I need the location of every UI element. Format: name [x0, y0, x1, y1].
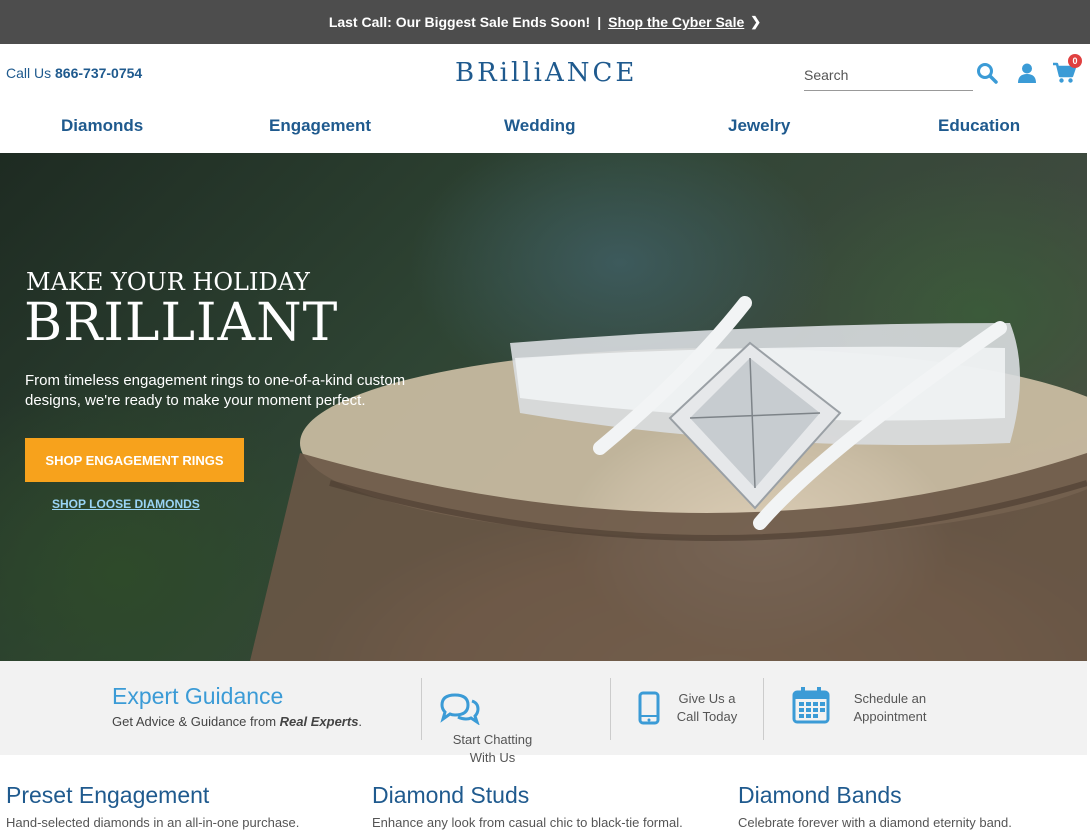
chat-line-1: Start Chatting: [452, 732, 533, 747]
promo-separator: |: [597, 14, 602, 30]
call-line-2: Call Today: [676, 709, 738, 724]
guidance-title: Expert Guidance: [112, 683, 284, 709]
chat-line-2: With Us: [469, 750, 516, 765]
appointment-line-1: Schedule an: [853, 691, 927, 706]
promo-text: Last Call: Our Biggest Sale Ends Soon!: [328, 14, 591, 30]
chevron-right-icon[interactable]: ❯: [750, 14, 761, 30]
hero-subtitle: MAKE YOUR HOLIDAY: [26, 268, 310, 296]
nav-jewelry[interactable]: Jewelry: [728, 116, 790, 136]
search-box: [804, 62, 973, 91]
appointment-line-2: Appointment: [853, 709, 927, 724]
hero-banner: MAKE YOUR HOLIDAY BRILLIANT From timeles…: [0, 153, 1087, 661]
promo-link[interactable]: Shop the Cyber Sale: [608, 14, 744, 30]
phone-icon[interactable]: [638, 691, 660, 730]
shop-engagement-rings-button[interactable]: SHOP ENGAGEMENT RINGS: [25, 438, 244, 482]
category-preset-engagement[interactable]: Preset Engagement Hand-selected diamonds…: [6, 782, 299, 830]
category-title[interactable]: Diamond Bands: [738, 782, 1012, 809]
divider: [763, 678, 764, 740]
category-description: Celebrate forever with a diamond eternit…: [738, 815, 1012, 830]
divider: [610, 678, 611, 740]
divider: [421, 678, 422, 740]
search-icon[interactable]: [976, 62, 1000, 86]
user-account-icon[interactable]: [1016, 62, 1040, 86]
nav-education[interactable]: Education: [938, 116, 1020, 136]
nav-wedding[interactable]: Wedding: [504, 116, 575, 136]
shop-loose-diamonds-link[interactable]: SHOP LOOSE DIAMONDS: [52, 497, 200, 511]
expert-guidance-strip: Expert Guidance Get Advice & Guidance fr…: [0, 661, 1087, 765]
calendar-icon[interactable]: [792, 686, 830, 729]
search-input[interactable]: [804, 62, 973, 88]
category-description: Enhance any look from casual chic to bla…: [372, 815, 683, 830]
promo-bar: Last Call: Our Biggest Sale Ends Soon! |…: [0, 0, 1090, 44]
hero-description: From timeless engagement rings to one-of…: [25, 372, 406, 409]
call-line-1: Give Us a: [678, 691, 736, 706]
call-label: Call Us: [6, 65, 52, 81]
schedule-appointment-link[interactable]: Schedule an Appointment: [840, 690, 940, 726]
category-title[interactable]: Preset Engagement: [6, 782, 299, 809]
category-title[interactable]: Diamond Studs: [372, 782, 683, 809]
guidance-subtitle-prefix: Get Advice & Guidance from: [112, 714, 277, 729]
chat-bubbles-icon[interactable]: [438, 691, 482, 730]
main-nav: Diamonds Engagement Wedding Jewelry Educ…: [0, 104, 1090, 152]
guidance-subtitle-suffix: .: [358, 714, 363, 729]
call-us: Call Us 866-737-0754: [6, 65, 142, 81]
cart-count-badge: 0: [1068, 54, 1082, 68]
brand-logo[interactable]: BRilliANCE: [455, 58, 634, 88]
nav-engagement[interactable]: Engagement: [269, 116, 371, 136]
guidance-subtitle: Get Advice & Guidance from Real Experts.: [112, 714, 362, 729]
nav-diamonds[interactable]: Diamonds: [61, 116, 143, 136]
category-diamond-bands[interactable]: Diamond Bands Celebrate forever with a d…: [738, 782, 1012, 830]
phone-number[interactable]: 866-737-0754: [55, 65, 142, 81]
call-today-link[interactable]: Give Us a Call Today: [668, 690, 746, 726]
start-chatting-link[interactable]: Start Chatting With Us: [440, 731, 545, 767]
category-description: Hand-selected diamonds in an all-in-one …: [6, 815, 300, 830]
site-header: Call Us 866-737-0754 BRilliANCE: [0, 44, 1090, 104]
category-diamond-studs[interactable]: Diamond Studs Enhance any look from casu…: [372, 782, 683, 830]
hero-title: BRILLIANT: [24, 293, 339, 353]
guidance-subtitle-emphasis: Real Experts: [279, 714, 359, 729]
